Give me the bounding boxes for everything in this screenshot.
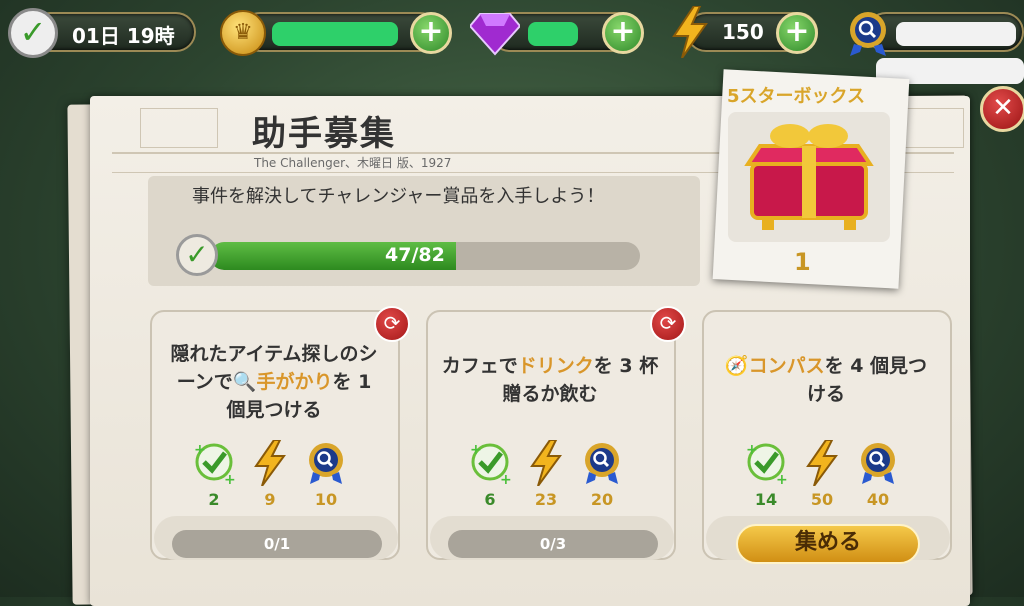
event-progress-text: 47/82 — [385, 244, 445, 266]
task-3-energy-icon — [800, 439, 844, 487]
progress-check-icon: ✓ — [176, 234, 218, 276]
add-coins-button[interactable]: + — [410, 12, 452, 54]
task-1-text: 隠れたアイテム探しのシーンで🔍手がかりを 1 個見つける — [164, 340, 384, 424]
task-3-xp-value: 14 — [754, 490, 778, 509]
task-3-medal-icon — [856, 440, 900, 486]
close-button[interactable]: ✕ — [980, 86, 1024, 132]
task-2-medal-value: 20 — [590, 490, 614, 509]
task-1-medal-icon — [304, 440, 348, 486]
coin-icon: ♛ — [220, 10, 266, 56]
task-2-energy-icon — [524, 439, 568, 487]
task-1-xp-value: 2 — [208, 490, 220, 509]
task-2-text: カフェでドリンクを 3 杯贈るか飲む — [440, 352, 660, 408]
page-title: 助手募集 — [252, 114, 396, 154]
page-subtitle: The Challenger、木曜日 版、1927 — [254, 156, 452, 170]
svg-text:+: + — [746, 442, 758, 458]
gem-icon — [468, 10, 522, 56]
task-3-xp-icon: + + — [744, 440, 788, 488]
event-timer: 01日 19時 — [72, 24, 175, 48]
svg-text:+: + — [194, 442, 206, 458]
task-2-counter: 0/3 — [448, 530, 658, 558]
energy-value: 150 — [722, 20, 764, 44]
masthead-ornament-left — [140, 108, 218, 148]
reputation-redacted — [896, 22, 1016, 46]
goal-text: 事件を解決してチャレンジャー賞品を入手しよう！ — [192, 186, 605, 207]
energy-bolt-icon — [670, 5, 710, 59]
task-3-text: 🧭コンパスを 4 個見つける — [716, 352, 936, 408]
task-1-highlight: 手がかり — [256, 371, 333, 393]
reward-title: 5スターボックス — [727, 86, 865, 107]
task-3-highlight: コンパス — [748, 355, 825, 377]
event-check-icon: ✓ — [8, 8, 58, 58]
task-2-xp-value: 6 — [484, 490, 496, 509]
collect-button[interactable]: 集める — [736, 524, 920, 564]
reputation-medal-icon — [846, 10, 890, 58]
task-2-highlight: ドリンク — [517, 355, 594, 377]
refresh-task-2-button[interactable]: ⟳ — [650, 306, 686, 342]
magnifier-icon: 🔍 — [232, 371, 257, 393]
gems-redacted — [528, 22, 578, 46]
reward-count: 1 — [794, 248, 811, 276]
refresh-task-1-button[interactable]: ⟳ — [374, 306, 410, 342]
svg-text:+: + — [776, 472, 788, 486]
task-3-energy-value: 50 — [810, 490, 834, 509]
svg-text:+: + — [500, 472, 512, 486]
svg-text:+: + — [224, 472, 236, 486]
task-3-medal-value: 40 — [866, 490, 890, 509]
task-3-text-post: を 4 個見つける — [806, 355, 928, 405]
coins-redacted — [272, 22, 398, 46]
task-1-energy-value: 9 — [264, 490, 276, 509]
task-2-energy-value: 23 — [534, 490, 558, 509]
task-2-medal-icon — [580, 440, 624, 486]
task-1-counter: 0/1 — [172, 530, 382, 558]
compass-icon: 🧭 — [724, 355, 749, 377]
task-1-energy-icon — [248, 439, 292, 487]
task-2-text-pre: カフェで — [441, 355, 518, 377]
task-1-medal-value: 10 — [314, 490, 338, 509]
add-energy-button[interactable]: + — [776, 12, 818, 54]
task-2-xp-icon: + + — [468, 440, 512, 488]
gift-box-icon — [728, 112, 890, 242]
svg-text:+: + — [470, 442, 482, 458]
task-1-xp-icon: + + — [192, 440, 236, 488]
add-gems-button[interactable]: + — [602, 12, 644, 54]
